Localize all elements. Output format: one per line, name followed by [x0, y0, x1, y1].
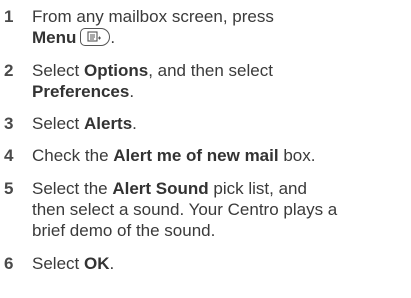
step-text: Select OK. [32, 254, 115, 273]
instruction-steps: 1 From any mailbox screen, press Menu. 2… [0, 0, 411, 298]
step-number: 4 [4, 146, 14, 165]
step-text: Select Options, and then select Preferen… [32, 61, 273, 101]
menu-key-icon [80, 28, 111, 46]
step-number: 2 [4, 61, 14, 80]
step-number: 1 [4, 7, 14, 26]
step-text: Select Alerts. [32, 114, 137, 133]
step-number: 3 [4, 114, 14, 133]
step-text: Check the Alert me of new mail box. [32, 146, 316, 165]
step-number: 5 [4, 179, 14, 198]
step-text: From any mailbox screen, press Menu. [32, 7, 274, 47]
step-number: 6 [4, 254, 14, 273]
step-text: Select the Alert Sound pick list, and th… [32, 179, 338, 240]
